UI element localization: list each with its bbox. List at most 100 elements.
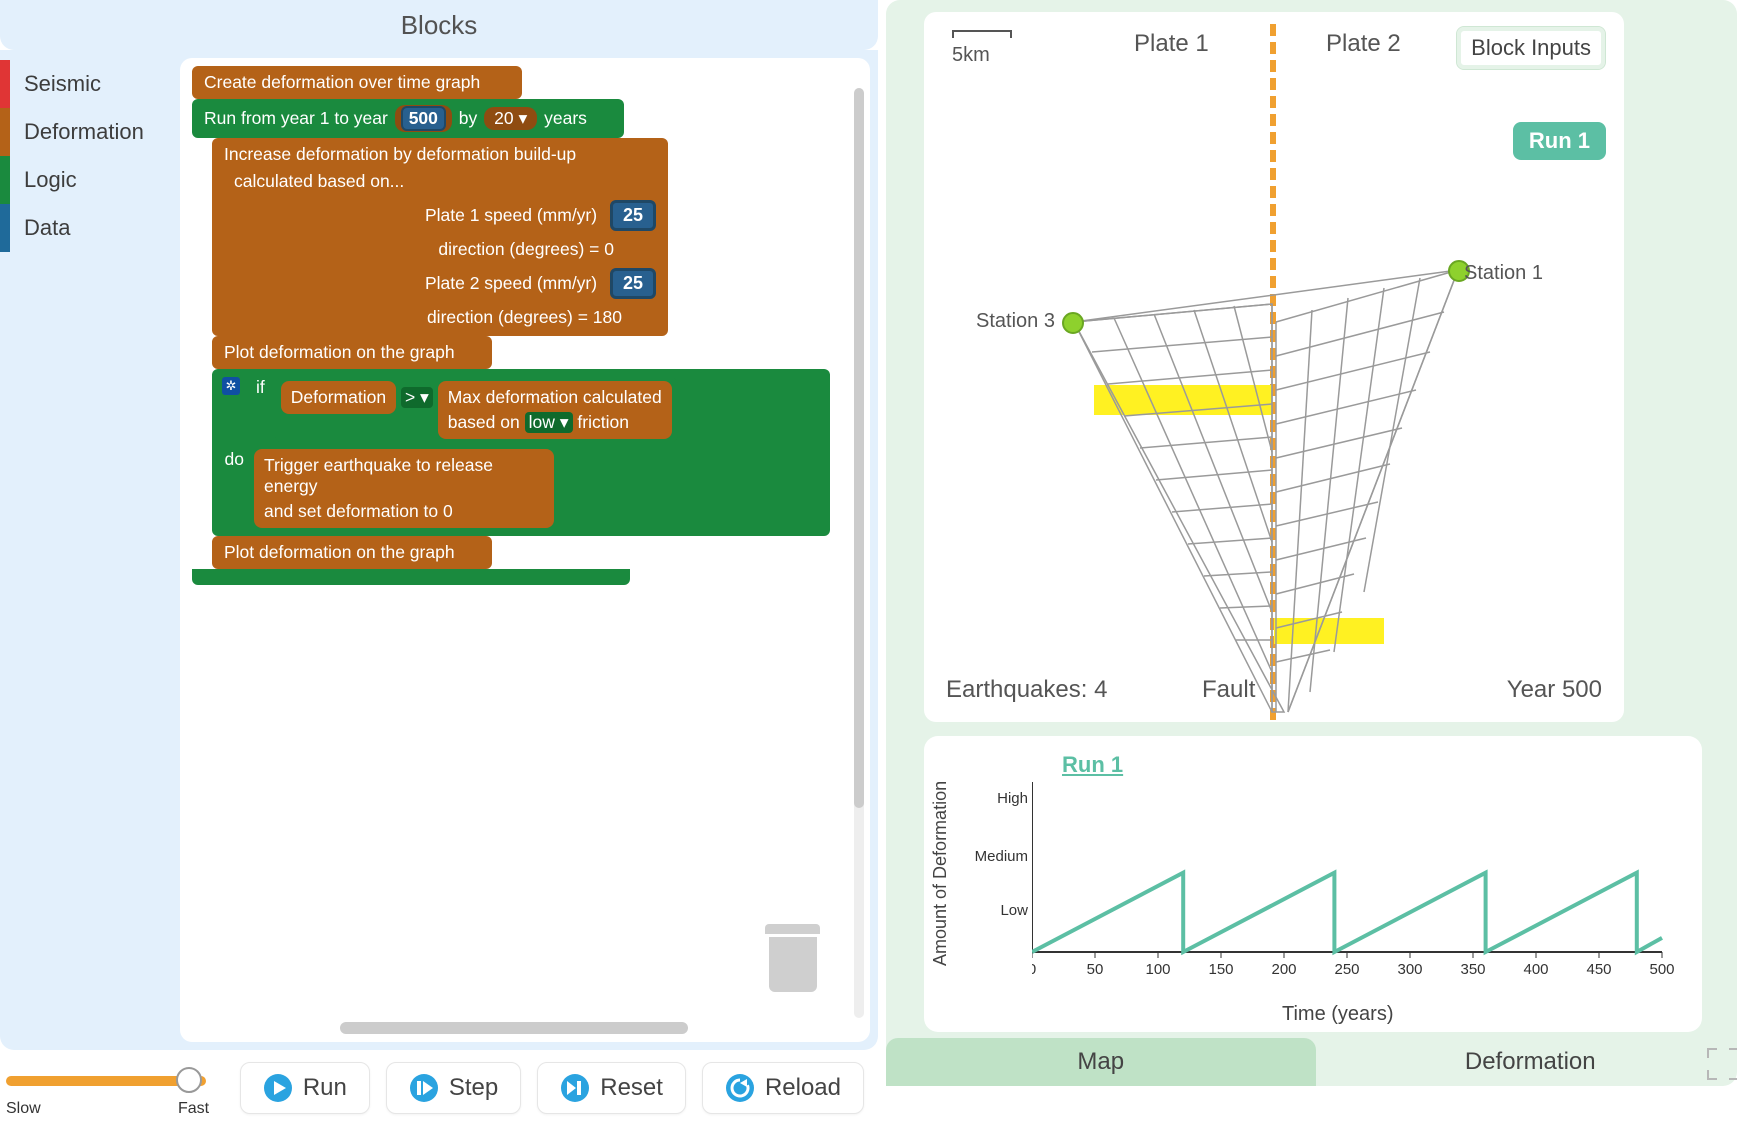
map-canvas: 5km Plate 1 Plate 2 Block Inputs Run 1 xyxy=(924,12,1624,722)
station3-marker[interactable] xyxy=(1062,312,1084,334)
trash-icon[interactable] xyxy=(765,930,820,1000)
block-text: based on xyxy=(448,412,520,432)
block-create-graph[interactable]: Create deformation over time graph xyxy=(192,66,522,99)
button-label: Run xyxy=(303,1074,347,1102)
block-text: Create deformation over time graph xyxy=(204,72,480,92)
block-text: Max deformation calculated xyxy=(448,387,662,408)
block-text: friction xyxy=(577,412,629,432)
plate2-speed-value[interactable]: 25 xyxy=(610,268,656,299)
slow-label: Slow xyxy=(6,1100,41,1118)
deformation-mesh xyxy=(924,12,1624,722)
block-trigger-earthquake[interactable]: Trigger earthquake to release energy and… xyxy=(254,449,554,528)
block-text: Trigger earthquake to release energy xyxy=(264,455,544,497)
block-plot-deformation-2[interactable]: Plot deformation on the graph xyxy=(212,536,492,569)
year-readout: Year 500 xyxy=(1507,676,1602,704)
toolbar: Slow Fast Run Step Reset Reload xyxy=(0,1050,878,1125)
friction-select[interactable]: low ▾ xyxy=(525,412,573,433)
ytick-high: High xyxy=(972,790,1028,807)
speed-slider[interactable]: Slow Fast xyxy=(6,1058,224,1118)
step-icon xyxy=(409,1073,439,1103)
category-label: Seismic xyxy=(24,71,101,97)
block-stack[interactable]: Create deformation over time graph Run f… xyxy=(192,66,830,585)
block-if[interactable]: ✲ if Deformation > ▾ Max deformation cal… xyxy=(212,369,830,536)
button-label: Reload xyxy=(765,1074,841,1102)
chart-legend-run1[interactable]: Run 1 xyxy=(1062,752,1123,778)
block-text: calculated based on... xyxy=(224,165,656,192)
step-button[interactable]: Step xyxy=(386,1062,521,1114)
blocks-title: Blocks xyxy=(0,0,878,50)
station1-label: Station 1 xyxy=(1464,262,1543,285)
run-step-select[interactable]: 20 ▾ xyxy=(490,108,531,129)
block-text: Plot deformation on the graph xyxy=(224,342,455,362)
svg-text:0: 0 xyxy=(1032,961,1036,978)
category-strip: Seismic Deformation Logic Data xyxy=(0,50,180,1050)
category-deformation[interactable]: Deformation xyxy=(0,108,180,156)
plate2-speed-label: Plate 2 speed (mm/yr) xyxy=(425,273,597,293)
play-icon xyxy=(263,1073,293,1103)
svg-text:300: 300 xyxy=(1397,961,1422,978)
ytick-low: Low xyxy=(972,902,1028,919)
block-text: and set deformation to 0 xyxy=(264,497,544,522)
deformation-chart: Run 1 Amount of Deformation Time (years)… xyxy=(924,736,1702,1032)
simulation-panel: 5km Plate 1 Plate 2 Block Inputs Run 1 xyxy=(886,0,1737,1086)
plate1-speed-label: Plate 1 speed (mm/yr) xyxy=(425,205,597,225)
category-data[interactable]: Data xyxy=(0,204,180,252)
tab-deformation[interactable]: Deformation xyxy=(1316,1038,1737,1086)
view-tabs: Map Deformation xyxy=(886,1038,1737,1086)
slider-knob[interactable] xyxy=(176,1067,202,1093)
if-label: if xyxy=(256,377,265,398)
category-color-bar xyxy=(0,108,10,156)
plate1-speed-value[interactable]: 25 xyxy=(610,200,656,231)
block-text: Plot deformation on the graph xyxy=(224,542,455,562)
workspace-scrollbar-v[interactable] xyxy=(854,88,864,808)
category-logic[interactable]: Logic xyxy=(0,156,180,204)
fullscreen-icon[interactable] xyxy=(1707,1048,1737,1080)
tab-map[interactable]: Map xyxy=(886,1038,1316,1086)
chart-svg: 050100150200250300350400450500 xyxy=(1032,782,1692,1012)
block-run-loop[interactable]: Run from year 1 to year 500 by 20 ▾ year… xyxy=(192,99,624,138)
gear-icon[interactable]: ✲ xyxy=(222,377,240,395)
category-seismic[interactable]: Seismic xyxy=(0,60,180,108)
comparison-operator[interactable]: Deformation > ▾ Max deformation calculat… xyxy=(275,377,678,443)
operator-select[interactable]: > ▾ xyxy=(401,387,433,408)
category-label: Logic xyxy=(24,167,77,193)
block-text: Run from year 1 to year xyxy=(204,108,388,128)
station3-label: Station 3 xyxy=(976,310,1055,333)
ytick-medium: Medium xyxy=(972,848,1028,865)
block-text: years xyxy=(544,108,587,128)
svg-text:500: 500 xyxy=(1649,961,1674,978)
button-label: Reset xyxy=(600,1074,663,1102)
loop-end-cap xyxy=(192,569,630,585)
deformation-var[interactable]: Deformation xyxy=(281,381,396,414)
max-deformation-block[interactable]: Max deformation calculated based on low … xyxy=(438,381,672,439)
block-increase-deformation[interactable]: Increase deformation by deformation buil… xyxy=(212,138,668,336)
fast-label: Fast xyxy=(178,1100,209,1118)
block-text: Increase deformation by deformation buil… xyxy=(224,144,656,165)
reload-icon xyxy=(725,1073,755,1103)
chart-ylabel: Amount of Deformation xyxy=(930,781,951,966)
svg-text:350: 350 xyxy=(1460,961,1485,978)
category-label: Deformation xyxy=(24,119,144,145)
do-label: do xyxy=(222,449,244,470)
run-button[interactable]: Run xyxy=(240,1062,370,1114)
blocks-body: Seismic Deformation Logic Data Create de… xyxy=(0,50,878,1050)
plate2-direction: direction (degrees) = 180 xyxy=(224,299,656,330)
blockly-workspace[interactable]: Create deformation over time graph Run f… xyxy=(180,58,870,1042)
svg-text:150: 150 xyxy=(1208,961,1233,978)
category-color-bar xyxy=(0,60,10,108)
blocks-panel: Blocks Seismic Deformation Logic Data Cr xyxy=(0,0,878,1125)
reload-button[interactable]: Reload xyxy=(702,1062,864,1114)
run-end-value[interactable]: 500 xyxy=(401,106,446,131)
reset-button[interactable]: Reset xyxy=(537,1062,686,1114)
svg-text:400: 400 xyxy=(1523,961,1548,978)
workspace-scrollbar-h[interactable] xyxy=(340,1022,688,1034)
svg-text:250: 250 xyxy=(1334,961,1359,978)
fault-label: Fault xyxy=(1202,676,1255,704)
block-plot-deformation-1[interactable]: Plot deformation on the graph xyxy=(212,336,492,369)
earthquakes-readout: Earthquakes: 4 xyxy=(946,676,1107,704)
category-label: Data xyxy=(24,215,70,241)
svg-text:50: 50 xyxy=(1087,961,1104,978)
reset-icon xyxy=(560,1073,590,1103)
svg-text:450: 450 xyxy=(1586,961,1611,978)
category-color-bar xyxy=(0,204,10,252)
